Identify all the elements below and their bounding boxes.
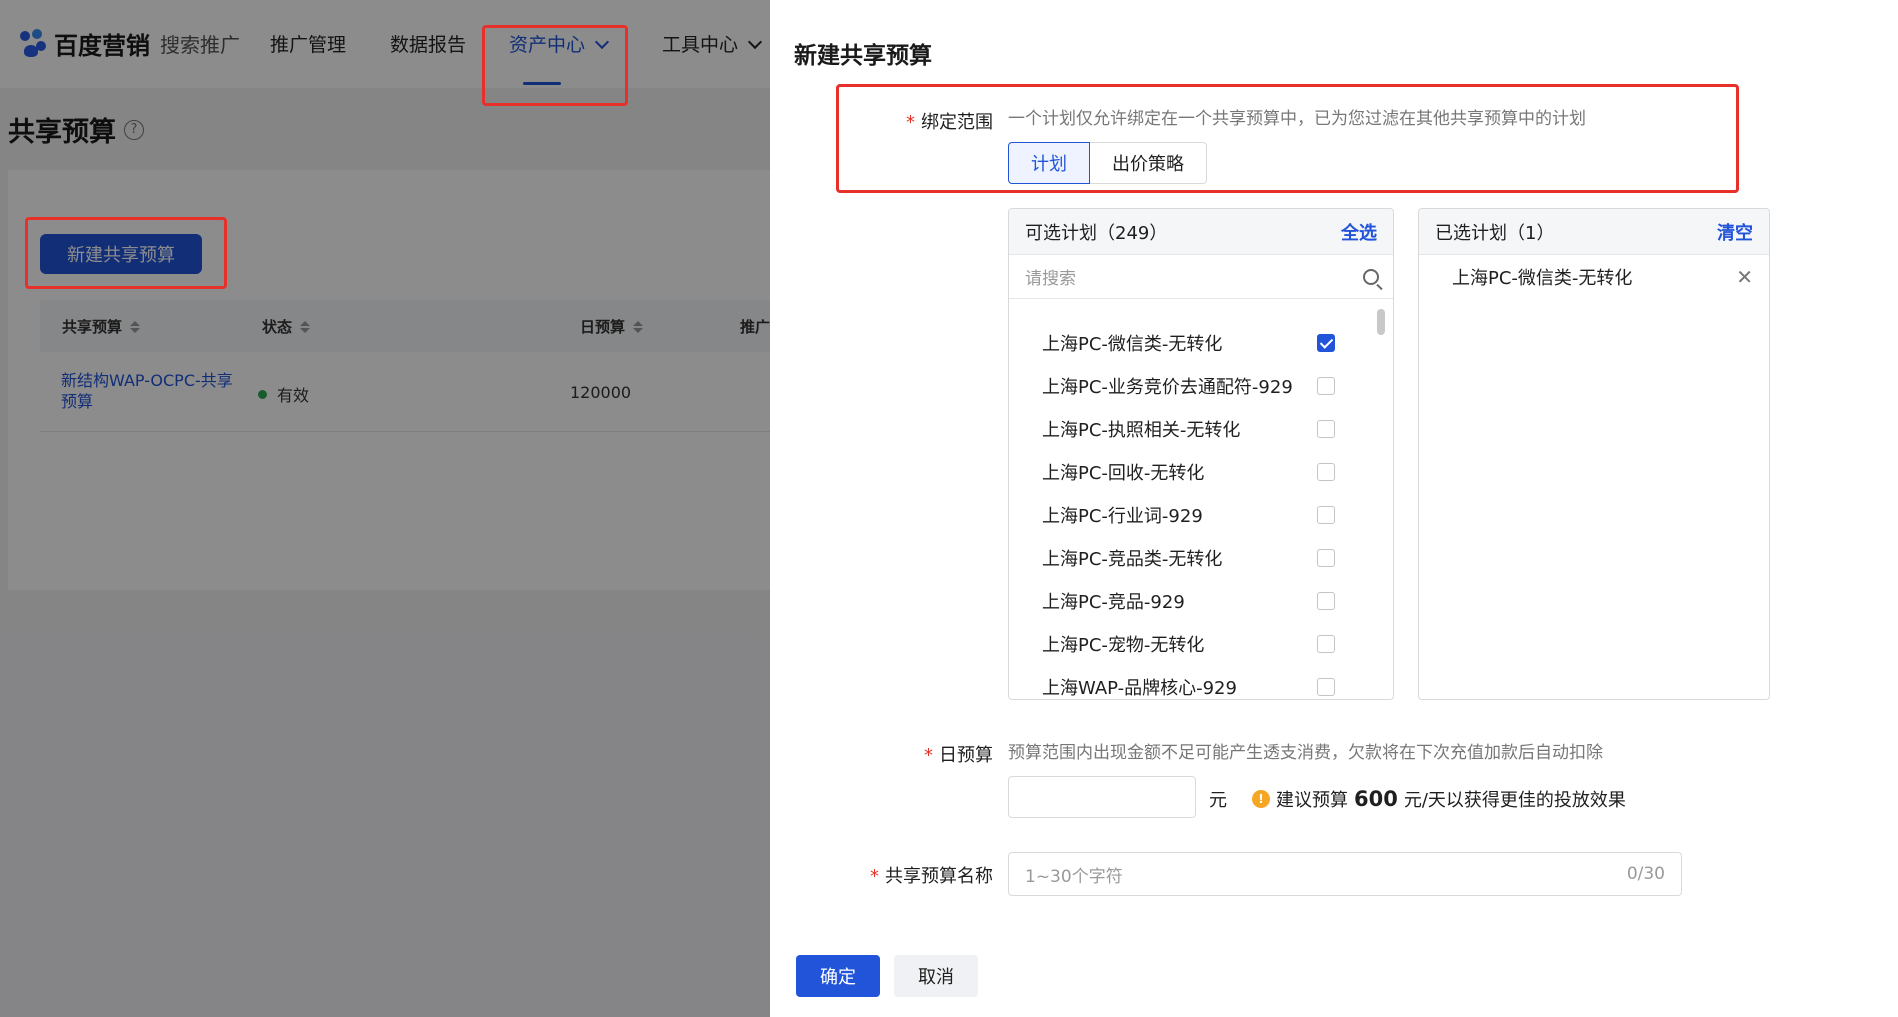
plan-checkbox[interactable] (1317, 462, 1335, 481)
search-placeholder: 请搜索 (1025, 269, 1076, 289)
daily-budget-label: * 日预算 (898, 741, 993, 767)
budget-name-label: * 共享预算名称 (840, 862, 993, 888)
available-plans-panel: 可选计划（249） 全选 请搜索 上海PC-微信类-无转化上海PC-业务竞价去通… (1008, 208, 1394, 700)
plan-list-item[interactable]: 上海PC-微信类-无转化 (1009, 321, 1369, 364)
plan-list-item[interactable]: 上海PC-行业词-929 (1009, 493, 1369, 536)
plan-list-item[interactable]: 上海PC-宠物-无转化 (1009, 622, 1369, 665)
plan-label: 上海PC-行业词-929 (1042, 505, 1203, 527)
selected-plan-label: 上海PC-微信类-无转化 (1452, 268, 1633, 289)
search-icon[interactable] (1363, 268, 1379, 285)
suggestion-amount: 600 (1354, 787, 1398, 811)
plan-label: 上海WAP-品牌核心-929 (1042, 677, 1237, 699)
plan-label: 上海PC-回收-无转化 (1042, 462, 1205, 484)
selected-plans-header: 已选计划（1） 清空 (1419, 209, 1769, 255)
suggestion-prefix: 建议预算 (1276, 790, 1348, 811)
list-scrollbar[interactable] (1377, 309, 1385, 335)
plan-label: 上海PC-宠物-无转化 (1042, 634, 1205, 656)
budget-suggestion: ! 建议预算 600 元/天以获得更佳的投放效果 (1252, 786, 1626, 812)
budget-name-label-text: 共享预算名称 (885, 866, 993, 887)
daily-budget-label-text: 日预算 (939, 745, 993, 766)
drawer-title: 新建共享预算 (794, 43, 932, 69)
available-plans-title: 可选计划（249） (1025, 222, 1168, 244)
selected-plans-panel: 已选计划（1） 清空 上海PC-微信类-无转化 ✕ (1418, 208, 1770, 700)
required-mark: * (870, 866, 879, 887)
budget-name-input[interactable]: 1~30个字符 0/30 (1008, 852, 1682, 896)
lightbulb-icon: ! (1252, 790, 1270, 808)
plan-checkbox[interactable] (1317, 333, 1335, 352)
plan-list-item[interactable]: 上海PC-竞品-929 (1009, 579, 1369, 622)
daily-budget-hint: 预算范围内出现金额不足可能产生透支消费，欠款将在下次充值加款后自动扣除 (1008, 743, 1603, 763)
plan-checkbox[interactable] (1317, 634, 1335, 653)
plan-label: 上海PC-竞品-929 (1042, 591, 1185, 613)
plan-checkbox[interactable] (1317, 505, 1335, 524)
plan-checkbox[interactable] (1317, 677, 1335, 696)
plan-label: 上海PC-微信类-无转化 (1042, 333, 1223, 355)
clear-button[interactable]: 清空 (1717, 219, 1753, 245)
budget-name-placeholder: 1~30个字符 (1025, 866, 1123, 887)
suggestion-suffix: 元/天以获得更佳的投放效果 (1403, 790, 1626, 811)
highlight-box-binding-scope (836, 84, 1739, 193)
highlight-box-new-button (25, 217, 227, 289)
selected-plans-title: 已选计划（1） (1435, 222, 1555, 244)
plan-label: 上海PC-竞品类-无转化 (1042, 548, 1223, 570)
highlight-box-assets-nav (482, 25, 628, 106)
cancel-button[interactable]: 取消 (894, 955, 978, 997)
plan-list-item[interactable]: 上海WAP-品牌核心-929 (1009, 665, 1369, 699)
currency-unit: 元 (1209, 790, 1227, 811)
plan-list-item[interactable]: 上海PC-回收-无转化 (1009, 450, 1369, 493)
plan-checkbox[interactable] (1317, 548, 1335, 567)
plan-checkbox[interactable] (1317, 376, 1335, 395)
selected-plan-item: 上海PC-微信类-无转化 ✕ (1419, 255, 1769, 299)
plan-checkbox[interactable] (1317, 419, 1335, 438)
available-plans-header: 可选计划（249） 全选 (1009, 209, 1393, 255)
required-mark: * (924, 745, 933, 766)
plan-list-item[interactable]: 上海PC-执照相关-无转化 (1009, 407, 1369, 450)
daily-budget-input[interactable] (1008, 776, 1196, 818)
plan-list-item[interactable]: 上海PC-竞品类-无转化 (1009, 536, 1369, 579)
plan-search-input[interactable]: 请搜索 (1009, 255, 1393, 299)
plan-label: 上海PC-执照相关-无转化 (1042, 419, 1241, 441)
plan-checkbox[interactable] (1317, 591, 1335, 610)
confirm-button[interactable]: 确定 (796, 955, 880, 997)
background-page: 百度营销 搜索推广 推广管理 数据报告 资产中心 工具中心 共享预算 ? 新建共… (0, 0, 770, 1017)
close-icon[interactable]: ✕ (1736, 265, 1753, 289)
plan-list-item[interactable]: 上海PC-业务竞价去通配符-929 (1009, 364, 1369, 407)
select-all-button[interactable]: 全选 (1341, 219, 1377, 245)
plan-label: 上海PC-业务竞价去通配符-929 (1042, 376, 1293, 398)
char-counter: 0/30 (1626, 864, 1665, 884)
modal-overlay[interactable] (0, 0, 770, 1017)
available-plans-list[interactable]: 上海PC-微信类-无转化上海PC-业务竞价去通配符-929 上海PC-执照相关-无… (1009, 299, 1393, 699)
